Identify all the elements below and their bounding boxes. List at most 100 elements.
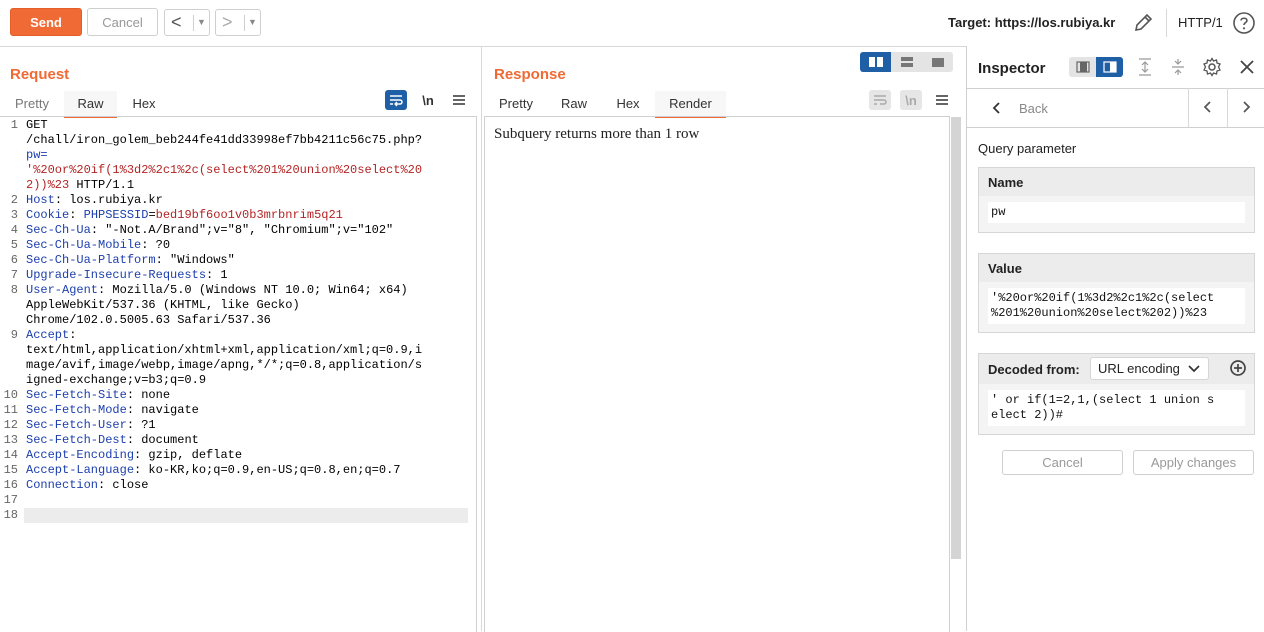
code-line: Sec-Ch-Ua: "-Not.A/Brand";v="8", "Chromi… bbox=[26, 223, 394, 237]
line-number: 1 bbox=[10, 118, 18, 132]
line-number: 5 bbox=[10, 238, 18, 252]
section-label: Query parameter bbox=[978, 141, 1077, 156]
code-line: Connection: close bbox=[26, 478, 149, 492]
chevron-left-icon: < bbox=[171, 12, 182, 32]
line-number: 2 bbox=[10, 193, 18, 207]
inspector-panel bbox=[966, 46, 1264, 631]
history-forward-button[interactable]: > ▼ bbox=[215, 9, 261, 36]
code-line: Chrome/102.0.5005.63 Safari/537.36 bbox=[26, 313, 271, 327]
decoded-value-field[interactable]: ' or if(1=2,1,(select 1 union s elect 2)… bbox=[988, 390, 1245, 426]
code-line: Sec-Fetch-User: ?1 bbox=[26, 418, 156, 432]
code-line: Sec-Fetch-Site: none bbox=[26, 388, 171, 402]
inspector-prev-icon[interactable] bbox=[1198, 97, 1218, 117]
line-number: 13 bbox=[3, 433, 18, 447]
line-number: 10 bbox=[3, 388, 18, 402]
chevron-right-icon: > bbox=[222, 12, 233, 32]
inspector-dock-left-icon[interactable] bbox=[1069, 57, 1096, 77]
expand-all-icon[interactable] bbox=[1135, 56, 1155, 78]
dropdown-arrow-icon[interactable]: ▼ bbox=[248, 17, 257, 27]
line-number: 12 bbox=[3, 418, 18, 432]
line-number: 4 bbox=[10, 223, 18, 237]
response-menu-icon[interactable] bbox=[932, 90, 952, 110]
tab-request-pretty[interactable]: Pretty bbox=[8, 91, 56, 116]
code-line: Accept-Encoding: gzip, deflate bbox=[26, 448, 243, 462]
line-number: 14 bbox=[3, 448, 18, 462]
code-line: Accept-Language: ko-KR,ko;q=0.9,en-US;q=… bbox=[26, 463, 401, 477]
line-number: 16 bbox=[3, 478, 18, 492]
code-line: AppleWebKit/537.36 (KHTML, like Gecko) bbox=[26, 298, 300, 312]
send-button[interactable]: Send bbox=[10, 8, 82, 36]
inspector-back-button[interactable]: Back bbox=[983, 89, 1163, 127]
line-number: 6 bbox=[10, 253, 18, 267]
code-line: /chall/iron_golem_beb244fe41dd33998ef7bb… bbox=[26, 133, 423, 147]
code-line: Accept: bbox=[26, 328, 77, 342]
response-render-view[interactable]: Subquery returns more than 1 row bbox=[484, 116, 950, 632]
inspector-title: Inspector bbox=[978, 60, 1046, 77]
history-back-button[interactable]: < ▼ bbox=[164, 9, 210, 36]
protocol-label[interactable]: HTTP/1 bbox=[1178, 15, 1223, 30]
name-header: Name bbox=[979, 168, 1254, 196]
response-scrollbar[interactable] bbox=[951, 117, 961, 559]
tab-request-raw[interactable]: Raw bbox=[64, 91, 117, 118]
name-value-field[interactable]: pw bbox=[988, 202, 1245, 223]
main-toolbar: Send Cancel < ▼ > ▼ Target: https://los.… bbox=[0, 0, 1264, 47]
line-number: 9 bbox=[10, 328, 18, 342]
code-line: Sec-Ch-Ua-Mobile: ?0 bbox=[26, 238, 171, 252]
request-title: Request bbox=[10, 66, 70, 83]
value-section: Value '%20or%20if(1%3d2%2c1%2c(select %2… bbox=[978, 253, 1255, 333]
inspector-cancel-button[interactable]: Cancel bbox=[1002, 450, 1123, 475]
word-wrap-icon[interactable] bbox=[869, 90, 891, 110]
code-line: Host: los.rubiya.kr bbox=[26, 193, 163, 207]
line-number: 3 bbox=[10, 208, 18, 222]
code-line: pw= bbox=[26, 148, 48, 162]
settings-gear-icon[interactable] bbox=[1201, 56, 1223, 78]
inspector-layout-switcher bbox=[1069, 57, 1123, 77]
top-bottom-layout-icon[interactable] bbox=[891, 52, 922, 72]
inspector-next-icon[interactable] bbox=[1236, 97, 1256, 117]
tab-response-hex[interactable]: Hex bbox=[608, 91, 648, 116]
line-number: 7 bbox=[10, 268, 18, 282]
code-line: GET bbox=[26, 118, 48, 132]
collapse-all-icon[interactable] bbox=[1168, 56, 1188, 78]
code-line: User-Agent: Mozilla/5.0 (Windows NT 10.0… bbox=[26, 283, 408, 297]
name-section: Name pw bbox=[978, 167, 1255, 233]
cancel-button[interactable]: Cancel bbox=[87, 8, 158, 36]
chevron-down-icon bbox=[1188, 365, 1200, 373]
inspector-dock-right-icon[interactable] bbox=[1096, 57, 1123, 77]
tabs-layout-icon[interactable] bbox=[922, 52, 953, 72]
side-by-side-layout-icon[interactable] bbox=[860, 52, 891, 72]
encoding-select[interactable]: URL encoding bbox=[1090, 357, 1209, 380]
add-decoding-layer-icon[interactable] bbox=[1228, 358, 1248, 378]
chevron-left-icon bbox=[992, 102, 1000, 114]
show-newlines-toggle[interactable]: \n bbox=[900, 90, 922, 110]
target-label: Target: https://los.rubiya.kr bbox=[948, 15, 1116, 30]
code-line: igned-exchange;v=b3;q=0.9 bbox=[26, 373, 207, 387]
edit-target-pencil-icon[interactable] bbox=[1130, 10, 1156, 36]
show-newlines-toggle[interactable]: \n bbox=[417, 90, 439, 110]
tab-request-hex[interactable]: Hex bbox=[124, 91, 164, 116]
code-line: Upgrade-Insecure-Requests: 1 bbox=[26, 268, 228, 282]
dropdown-arrow-icon[interactable]: ▼ bbox=[197, 17, 206, 27]
code-line: Cookie: PHPSESSID=bed19bf6oo1v0b3mrbnrim… bbox=[26, 208, 343, 222]
raw-request-text[interactable]: GET /chall/iron_golem_beb244fe41dd33998e… bbox=[26, 118, 470, 523]
line-number: 8 bbox=[10, 283, 18, 297]
tab-response-raw[interactable]: Raw bbox=[554, 91, 594, 116]
layout-switcher bbox=[860, 52, 953, 72]
help-icon[interactable] bbox=[1231, 10, 1257, 36]
tab-response-render[interactable]: Render bbox=[655, 91, 726, 118]
word-wrap-icon[interactable] bbox=[385, 90, 407, 110]
line-number: 18 bbox=[3, 508, 18, 522]
code-line: Sec-Fetch-Dest: document bbox=[26, 433, 199, 447]
code-line: '%20or%20if(1%3d2%2c1%2c(select%201%20un… bbox=[26, 163, 423, 177]
line-number: 11 bbox=[3, 403, 18, 417]
line-number: 17 bbox=[3, 493, 18, 507]
tab-response-pretty[interactable]: Pretty bbox=[492, 91, 540, 116]
apply-changes-button[interactable]: Apply changes bbox=[1133, 450, 1254, 475]
request-menu-icon[interactable] bbox=[449, 90, 469, 110]
code-line: Sec-Ch-Ua-Platform: "Windows" bbox=[26, 253, 235, 267]
code-line: Sec-Fetch-Mode: navigate bbox=[26, 403, 199, 417]
close-icon[interactable] bbox=[1236, 56, 1258, 78]
value-field[interactable]: '%20or%20if(1%3d2%2c1%2c(select %201%20u… bbox=[988, 288, 1245, 324]
